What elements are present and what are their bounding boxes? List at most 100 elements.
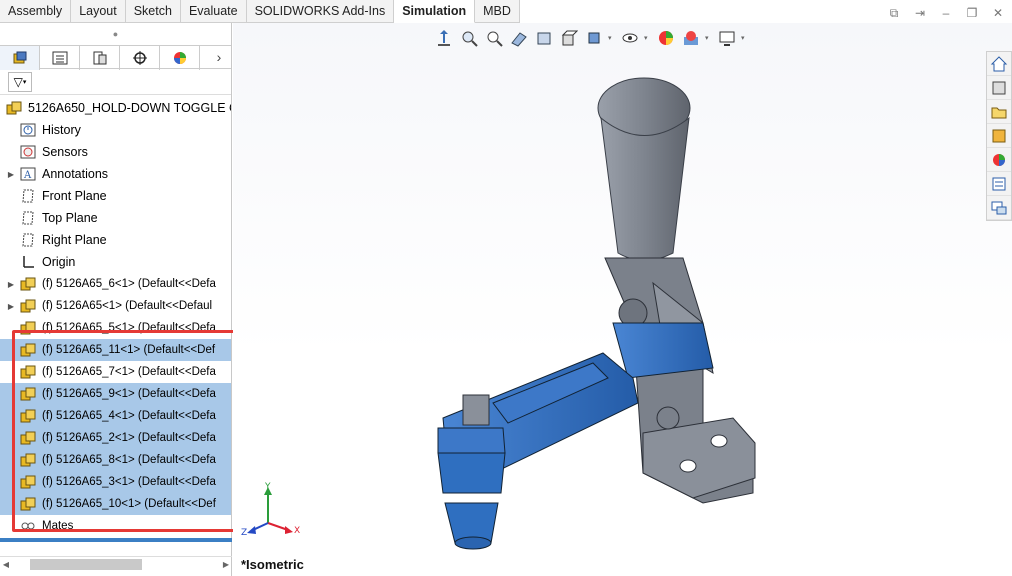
view-palette-icon[interactable] [987, 124, 1011, 148]
tree-component[interactable]: (f) 5126A65_7<1> (Default<<Defa [0, 361, 231, 383]
design-library-icon[interactable] [987, 76, 1011, 100]
plane-icon [18, 209, 38, 227]
tree-component[interactable]: ▶ (f) 5126A65<1> (Default<<Defaul [0, 295, 231, 317]
scroll-thumb[interactable] [30, 559, 142, 570]
part-icon [18, 363, 38, 381]
manager-tabs: › [0, 45, 231, 70]
graphics-viewport[interactable]: ▾ ▾ ▾ ▾ Y X Z *Isometric [233, 23, 1012, 576]
tree-item-front-plane[interactable]: Front Plane [0, 185, 231, 207]
tree-component-label: (f) 5126A65_7<1> (Default<<Defa [42, 366, 216, 378]
appearances-icon[interactable] [987, 148, 1011, 172]
ribbon-tabs: Assembly Layout Sketch Evaluate SOLIDWORKS A… [0, 0, 520, 23]
view-orientation-label: *Isometric [241, 557, 304, 572]
part-icon [18, 451, 38, 469]
chevron-right-icon[interactable]: › [207, 46, 231, 68]
tree-item-mates[interactable]: Mates [0, 515, 231, 537]
tree-component[interactable]: (f) 5126A65_5<1> (Default<<Defa [0, 317, 231, 339]
configurationmanager-tab[interactable] [80, 46, 120, 70]
tree-item-annotations[interactable]: ▶ A Annotations [0, 163, 231, 185]
part-icon [18, 341, 38, 359]
tree-item-sensors[interactable]: Sensors [0, 141, 231, 163]
forum-icon[interactable] [987, 196, 1011, 220]
tree-component-label: (f) 5126A65_8<1> (Default<<Defa [42, 454, 216, 466]
tree-component-label: (f) 5126A65_4<1> (Default<<Defa [42, 410, 216, 422]
task-pane [986, 51, 1012, 221]
maximize-icon[interactable]: ❐ [966, 7, 978, 19]
tree-component-label: Mates [42, 520, 74, 532]
tree-component-label: (f) 5126A65_5<1> (Default<<Defa [42, 322, 216, 334]
feature-tree: 5126A650_HOLD-DOWN TOGGLE CLA History Sen… [0, 95, 231, 537]
part-icon [18, 473, 38, 491]
home-icon[interactable] [987, 52, 1011, 76]
orientation-triad: Y X Z [241, 482, 300, 538]
tree-item-label: Annotations [42, 167, 109, 181]
tree-item-label: Sensors [42, 145, 88, 159]
selected-link [612, 322, 714, 379]
tree-component[interactable]: ▶ (f) 5126A65_6<1> (Default<<Defa [0, 273, 231, 295]
ribbon-tab-layout[interactable]: Layout [71, 0, 126, 23]
scroll-right-icon[interactable]: ▶ [220, 560, 232, 569]
display-sphere-icon [173, 52, 186, 64]
toggle-clamp-model[interactable]: Y X Z [233, 23, 1012, 576]
ribbon-tab-simulation[interactable]: Simulation [394, 0, 476, 23]
ribbon-tab-mbd[interactable]: MBD [475, 0, 520, 23]
tree-component[interactable]: (f) 5126A65_10<1> (Default<<Def [0, 493, 231, 515]
file-explorer-icon[interactable] [987, 100, 1011, 124]
propertymanager-icon [52, 51, 67, 65]
scroll-left-icon[interactable]: ◀ [0, 560, 12, 569]
triad-x-label: X [294, 526, 300, 536]
history-icon [18, 121, 38, 139]
dimxpert-tab[interactable] [120, 46, 160, 70]
close-icon[interactable]: ✕ [992, 7, 1004, 19]
featuremanager-tab[interactable] [0, 46, 40, 70]
expand-panel-icon[interactable]: ⇥ [914, 7, 926, 19]
custom-properties-icon[interactable] [987, 172, 1011, 196]
tree-item-history[interactable]: History [0, 119, 231, 141]
spindle-thread [462, 394, 490, 426]
part-icon [18, 385, 38, 403]
tree-component[interactable]: (f) 5126A65_8<1> (Default<<Defa [0, 449, 231, 471]
tree-component[interactable]: (f) 5126A65_3<1> (Default<<Defa [0, 471, 231, 493]
tree-component-label: (f) 5126A65_10<1> (Default<<Def [42, 498, 216, 510]
ribbon-tab-assembly[interactable]: Assembly [0, 0, 72, 23]
tree-component-label: (f) 5126A65<1> (Default<<Defaul [42, 300, 213, 312]
ribbon-tab-solidworks-add-ins[interactable]: SOLIDWORKS Add-Ins [246, 0, 395, 23]
expand-arrow-icon[interactable]: ▶ [4, 170, 18, 179]
tree-component[interactable]: (f) 5126A65_9<1> (Default<<Defa [0, 383, 231, 405]
expand-arrow-icon[interactable]: ▶ [4, 280, 18, 289]
ribbon-tab-evaluate[interactable]: Evaluate [180, 0, 247, 23]
featuremanager-icon [13, 51, 26, 64]
annotations-icon: A [18, 165, 38, 183]
tree-item-right-plane[interactable]: Right Plane [0, 229, 231, 251]
displaymanager-tab[interactable] [160, 46, 200, 70]
mates-icon [18, 517, 38, 535]
propertymanager-tab[interactable] [40, 46, 80, 70]
tree-component[interactable]: (f) 5126A65_4<1> (Default<<Defa [0, 405, 231, 427]
tree-component[interactable]: (f) 5126A65_11<1> (Default<<Def [0, 339, 231, 361]
tree-item-origin[interactable]: Origin [0, 251, 231, 273]
plane-icon [18, 187, 38, 205]
tree-component[interactable]: (f) 5126A65_2<1> (Default<<Defa [0, 427, 231, 449]
horizontal-scrollbar[interactable]: ◀ ▶ [0, 556, 232, 572]
tree-item-label: Top Plane [42, 211, 98, 225]
assembly-icon [4, 99, 24, 117]
tree-item-top-plane[interactable]: Top Plane [0, 207, 231, 229]
handle-grip [600, 116, 690, 261]
part-icon [18, 275, 38, 293]
triad-z-label: Z [241, 528, 247, 538]
restore-panel-icon[interactable]: ⧉ [888, 7, 900, 19]
part-icon [18, 429, 38, 447]
tree-component-label: (f) 5126A65_6<1> (Default<<Defa [42, 278, 216, 290]
filter-icon[interactable]: ▽ ▾ [8, 71, 32, 92]
configurationmanager-icon [93, 51, 106, 65]
expand-arrow-icon[interactable]: ▶ [4, 302, 18, 311]
ribbon-tab-sketch[interactable]: Sketch [125, 0, 181, 23]
minimize-icon[interactable]: – [940, 7, 952, 19]
part-icon [18, 495, 38, 513]
tree-item-label: Front Plane [42, 189, 107, 203]
panel-grip[interactable]: ● [0, 23, 231, 45]
panel-divider [0, 538, 232, 542]
tree-component-label: (f) 5126A65_11<1> (Default<<Def [42, 344, 216, 356]
tree-root[interactable]: 5126A650_HOLD-DOWN TOGGLE CLA [0, 97, 231, 119]
feature-manager-panel: ● › ▽ ▾ 5126A650_HOLD-DOWN TOGGLE CLA His… [0, 23, 242, 576]
